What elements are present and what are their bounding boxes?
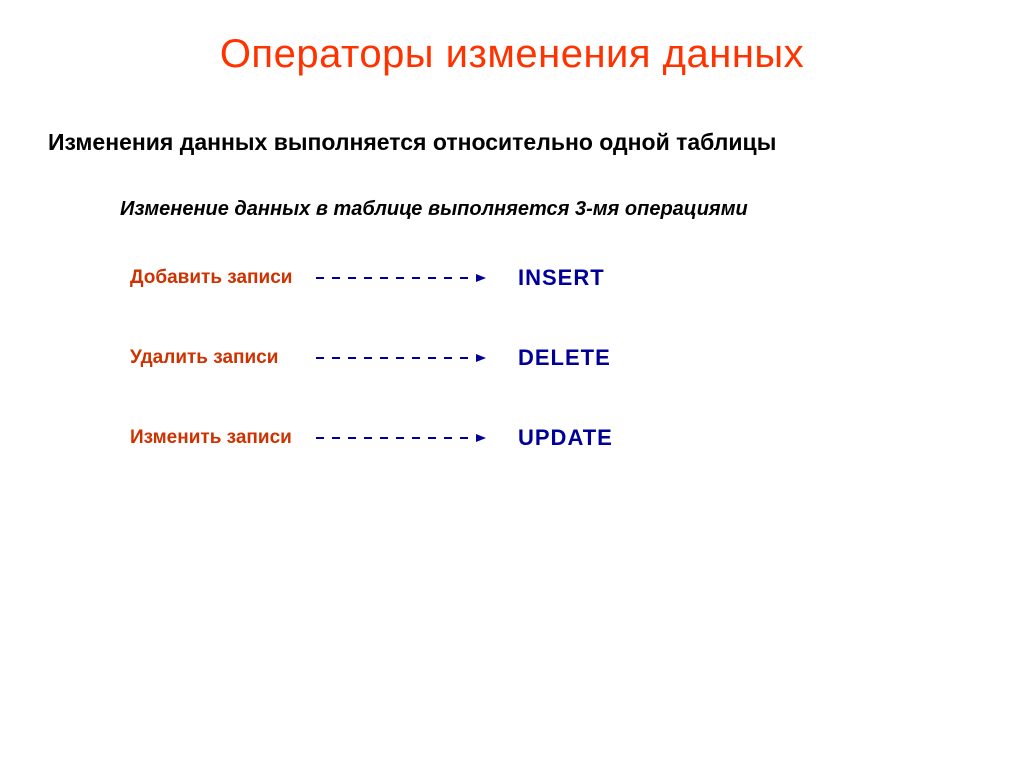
operations-list: Добавить записи INSERT Удалить записи DE… <box>0 221 1024 451</box>
arrow-icon <box>310 272 490 284</box>
arrow-icon <box>310 352 490 364</box>
operation-label: Добавить записи <box>130 267 310 289</box>
subtitle-primary: Изменения данных выполняется относительн… <box>0 77 1024 156</box>
operation-command: INSERT <box>490 265 605 291</box>
operation-label: Удалить записи <box>130 347 310 369</box>
operation-row: Изменить записи UPDATE <box>130 425 1024 451</box>
operation-command: UPDATE <box>490 425 613 451</box>
subtitle-secondary: Изменение данных в таблице выполняется 3… <box>0 156 1024 221</box>
operation-label: Изменить записи <box>130 427 310 449</box>
page-title: Операторы изменения данных <box>0 0 1024 77</box>
operation-command: DELETE <box>490 345 611 371</box>
arrow-icon <box>310 432 490 444</box>
operation-row: Добавить записи INSERT <box>130 265 1024 291</box>
operation-row: Удалить записи DELETE <box>130 345 1024 371</box>
